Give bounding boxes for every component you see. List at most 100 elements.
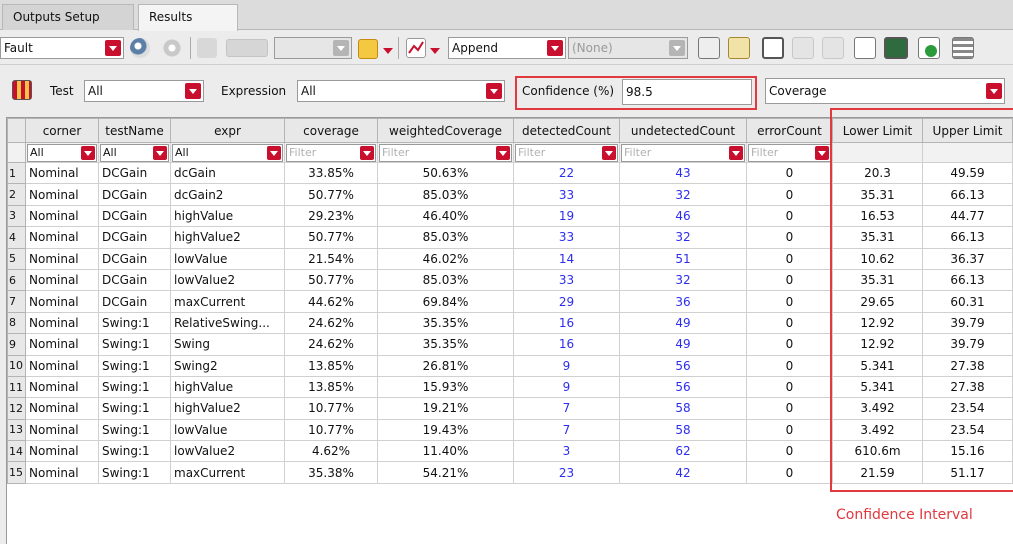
cell-coverage[interactable]: 10.77%	[284, 418, 378, 442]
mode-select[interactable]: Fault	[0, 37, 124, 59]
cell-undetected-count[interactable]: 32	[619, 268, 747, 292]
cell-detected-count[interactable]: 7	[513, 397, 620, 420]
cell-weighted-coverage[interactable]: 35.35%	[377, 311, 514, 335]
cell-coverage[interactable]: 50.77%	[284, 183, 378, 206]
cell-undetected-count[interactable]: 43	[619, 161, 747, 185]
cell-corner[interactable]: Nominal	[25, 183, 99, 206]
cell-detected-count[interactable]: 22	[513, 161, 620, 185]
cell-expr[interactable]: lowValue2	[170, 268, 285, 292]
cell-corner[interactable]: Nominal	[25, 311, 99, 335]
cell-error-count[interactable]: 0	[746, 397, 833, 420]
cell-weighted-coverage[interactable]: 85.03%	[377, 268, 514, 292]
filter-corner[interactable]: All	[27, 143, 97, 162]
cell-expr[interactable]: dcGain	[170, 161, 285, 185]
cell-coverage[interactable]: 35.38%	[284, 461, 378, 484]
cell-corner[interactable]: Nominal	[25, 268, 99, 292]
cell-testname[interactable]: DCGain	[98, 247, 171, 270]
cell-weighted-coverage[interactable]: 69.84%	[377, 290, 514, 313]
cell-corner[interactable]: Nominal	[25, 375, 99, 399]
cell-testname[interactable]: DCGain	[98, 161, 171, 185]
cell-coverage[interactable]: 4.62%	[284, 440, 378, 463]
cell-undetected-count[interactable]: 36	[619, 290, 747, 313]
cell-coverage[interactable]: 33.85%	[284, 161, 378, 185]
cell-corner[interactable]: Nominal	[25, 247, 99, 270]
cell-undetected-count[interactable]: 62	[619, 440, 747, 463]
document-icon[interactable]	[854, 37, 876, 59]
column-header-detected-count[interactable]: detectedCount	[513, 118, 620, 143]
cell-coverage[interactable]: 24.62%	[284, 311, 378, 335]
cell-coverage[interactable]: 21.54%	[284, 247, 378, 270]
cell-expr[interactable]: dcGain2	[170, 183, 285, 206]
append-select[interactable]: Append	[448, 37, 566, 59]
cell-undetected-count[interactable]: 32	[619, 226, 747, 249]
cell-detected-count[interactable]: 9	[513, 375, 620, 399]
cell-error-count[interactable]: 0	[746, 226, 833, 249]
cell-error-count[interactable]: 0	[746, 204, 833, 228]
cell-testname[interactable]: Swing:1	[98, 311, 171, 335]
cell-testname[interactable]: DCGain	[98, 290, 171, 313]
cell-weighted-coverage[interactable]: 26.81%	[377, 354, 514, 377]
cell-expr[interactable]: highValue	[170, 375, 285, 399]
filter-detected-count[interactable]: Filter	[515, 143, 618, 162]
filter-error-count[interactable]: Filter	[748, 143, 831, 162]
cell-testname[interactable]: DCGain	[98, 204, 171, 228]
cell-detected-count[interactable]: 33	[513, 183, 620, 206]
cell-coverage[interactable]: 50.77%	[284, 226, 378, 249]
cell-coverage[interactable]: 44.62%	[284, 290, 378, 313]
cell-weighted-coverage[interactable]: 35.35%	[377, 333, 514, 356]
globe-icon[interactable]	[130, 38, 150, 58]
cell-detected-count[interactable]: 19	[513, 204, 620, 228]
cell-undetected-count[interactable]: 58	[619, 418, 747, 442]
cell-undetected-count[interactable]: 49	[619, 311, 747, 335]
cell-undetected-count[interactable]: 32	[619, 183, 747, 206]
cell-testname[interactable]: Swing:1	[98, 397, 171, 420]
cell-corner[interactable]: Nominal	[25, 461, 99, 484]
cell-error-count[interactable]: 0	[746, 311, 833, 335]
cell-testname[interactable]: Swing:1	[98, 333, 171, 356]
cell-coverage[interactable]: 24.62%	[284, 333, 378, 356]
cell-weighted-coverage[interactable]: 85.03%	[377, 226, 514, 249]
cell-undetected-count[interactable]: 46	[619, 204, 747, 228]
cell-expr[interactable]: maxCurrent	[170, 461, 285, 484]
cell-detected-count[interactable]: 29	[513, 290, 620, 313]
cell-undetected-count[interactable]: 51	[619, 247, 747, 270]
cell-expr[interactable]: Swing2	[170, 354, 285, 377]
metric-select[interactable]: Coverage	[765, 78, 1005, 104]
test-filter-icon[interactable]	[12, 80, 32, 100]
filter-weighted-coverage[interactable]: Filter	[379, 143, 512, 162]
cell-undetected-count[interactable]: 56	[619, 375, 747, 399]
cell-error-count[interactable]: 0	[746, 333, 833, 356]
checkbox-edit-icon[interactable]	[762, 37, 784, 59]
confidence-input[interactable]: 98.5	[622, 79, 752, 105]
cell-detected-count[interactable]: 9	[513, 354, 620, 377]
cell-expr[interactable]: RelativeSwing...	[170, 311, 285, 335]
cell-error-count[interactable]: 0	[746, 375, 833, 399]
cell-corner[interactable]: Nominal	[25, 397, 99, 420]
column-header-error-count[interactable]: errorCount	[746, 118, 833, 143]
column-header-expr[interactable]: expr	[170, 118, 285, 143]
column-header-weighted-coverage[interactable]: weightedCoverage	[377, 118, 514, 143]
folder-icon[interactable]	[358, 39, 378, 59]
cell-error-count[interactable]: 0	[746, 461, 833, 484]
cell-weighted-coverage[interactable]: 46.40%	[377, 204, 514, 228]
cell-expr[interactable]: lowValue	[170, 247, 285, 270]
cell-corner[interactable]: Nominal	[25, 290, 99, 313]
cell-detected-count[interactable]: 14	[513, 247, 620, 270]
filter-undetected-count[interactable]: Filter	[621, 143, 745, 162]
cell-coverage[interactable]: 10.77%	[284, 397, 378, 420]
cell-error-count[interactable]: 0	[746, 247, 833, 270]
cell-testname[interactable]: DCGain	[98, 183, 171, 206]
cell-error-count[interactable]: 0	[746, 290, 833, 313]
cell-error-count[interactable]: 0	[746, 183, 833, 206]
cell-weighted-coverage[interactable]: 50.63%	[377, 161, 514, 185]
cell-error-count[interactable]: 0	[746, 268, 833, 292]
cell-weighted-coverage[interactable]: 85.03%	[377, 183, 514, 206]
edit-notes-icon[interactable]	[728, 37, 750, 59]
monitor-icon[interactable]	[884, 37, 908, 59]
cell-corner[interactable]: Nominal	[25, 354, 99, 377]
cell-weighted-coverage[interactable]: 19.43%	[377, 418, 514, 442]
cell-corner[interactable]: Nominal	[25, 204, 99, 228]
cell-detected-count[interactable]: 33	[513, 226, 620, 249]
database-icon[interactable]	[952, 37, 974, 59]
cell-expr[interactable]: highValue	[170, 204, 285, 228]
